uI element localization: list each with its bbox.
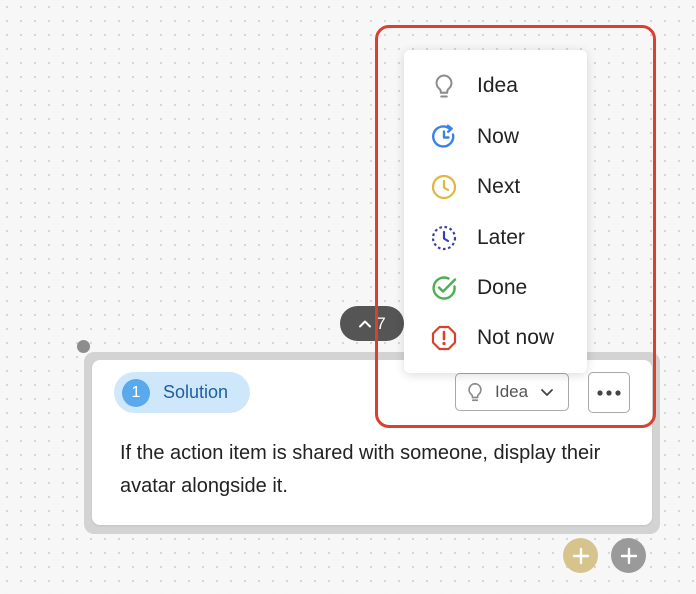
card-description[interactable]: If the action item is shared with someon…	[120, 437, 640, 503]
connector-handle[interactable]	[77, 340, 90, 353]
more-horizontal-icon	[597, 389, 621, 396]
chevron-up-icon	[359, 320, 372, 327]
badge-number: 1	[122, 378, 150, 407]
status-menu: Idea Now Next Later Done Not now	[404, 50, 587, 373]
status-option-done[interactable]: Done	[404, 265, 587, 311]
chevron-down-icon	[541, 389, 553, 396]
status-option-not-now[interactable]: Not now	[404, 315, 587, 361]
status-option-label: Now	[477, 125, 520, 148]
status-option-label: Later	[477, 226, 525, 249]
dashed-clock-icon	[431, 225, 457, 251]
now-clock-icon	[432, 124, 455, 148]
status-value: Idea	[495, 382, 529, 401]
status-dropdown[interactable]: Idea	[455, 373, 569, 411]
add-sibling-button[interactable]	[611, 538, 646, 573]
status-option-label: Not now	[477, 326, 555, 349]
card-type-badge[interactable]: 1 Solution	[114, 372, 250, 413]
lightbulb-icon	[435, 74, 453, 98]
check-circle-icon	[432, 276, 457, 300]
children-count: 7	[376, 313, 386, 333]
plus-icon	[572, 547, 589, 564]
status-option-later[interactable]: Later	[404, 215, 587, 261]
badge-label: Solution	[163, 382, 229, 402]
status-option-idea[interactable]: Idea	[404, 63, 587, 109]
collapse-children-button[interactable]: 7	[340, 306, 404, 341]
clock-icon	[431, 174, 457, 200]
octagon-alert-icon	[431, 325, 457, 351]
status-option-label: Done	[477, 276, 528, 299]
status-option-next[interactable]: Next	[404, 164, 587, 210]
more-options-button[interactable]	[588, 372, 630, 413]
status-option-label: Next	[477, 175, 521, 198]
add-child-button[interactable]	[563, 538, 598, 573]
status-option-label: Idea	[477, 74, 518, 97]
status-option-now[interactable]: Now	[404, 114, 587, 160]
plus-icon	[620, 547, 637, 564]
lightbulb-icon	[468, 382, 482, 402]
